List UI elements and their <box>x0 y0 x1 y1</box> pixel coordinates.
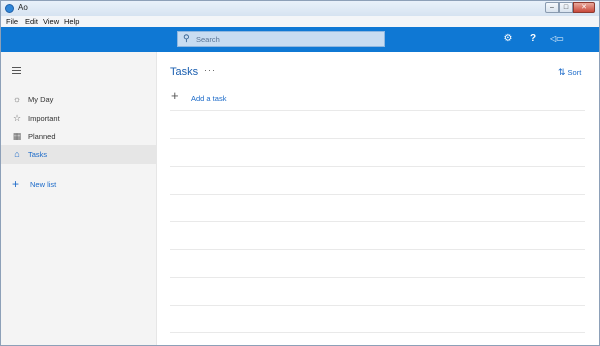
sidebar-item-label: Tasks <box>28 150 48 159</box>
plus-icon: + <box>12 177 20 191</box>
sidebar-item-important[interactable]: ☆ Important <box>1 109 157 128</box>
window-title: Ao <box>18 3 28 12</box>
search-input[interactable] <box>196 34 376 45</box>
search-box[interactable]: ⚲ <box>177 31 385 47</box>
app-logo-icon <box>5 4 14 13</box>
task-row-divider <box>170 249 585 250</box>
menu-file[interactable]: File <box>6 17 18 26</box>
sidebar-item-planned[interactable]: ▦ Planned <box>1 127 157 146</box>
task-row-divider <box>170 194 585 195</box>
new-list-button[interactable]: + New list <box>1 177 157 193</box>
home-icon: ⌂ <box>14 149 20 159</box>
task-row-divider <box>170 166 585 167</box>
task-list-panel: Tasks ··· ⇅ Sort + Add a task <box>158 52 599 345</box>
app-header: ⚲ ⚙ ? ◁▭ <box>1 27 599 52</box>
sidebar-item-label: Important <box>28 114 60 123</box>
task-row-divider <box>170 221 585 222</box>
search-icon: ⚲ <box>183 33 190 43</box>
more-options-icon[interactable]: ··· <box>204 65 216 75</box>
help-icon[interactable]: ? <box>526 33 540 45</box>
feedback-icon[interactable]: ◁▭ <box>550 33 564 45</box>
menu-edit[interactable]: Edit <box>25 17 38 26</box>
page-title: Tasks <box>170 66 199 78</box>
add-task-input[interactable]: + Add a task <box>171 88 571 105</box>
sidebar-item-label: My Day <box>28 95 54 104</box>
app-window: Ao – □ ✕ File Edit View Help ⚲ ⚙ ? ◁▭ ☼ … <box>0 0 600 346</box>
close-button[interactable]: ✕ <box>573 2 595 13</box>
sidebar-item-my-day[interactable]: ☼ My Day <box>1 90 157 109</box>
sidebar: ☼ My Day ☆ Important ▦ Planned ⌂ Tasks +… <box>1 52 157 345</box>
maximize-button[interactable]: □ <box>559 2 573 13</box>
task-row-divider <box>170 277 585 278</box>
minimize-button[interactable]: – <box>545 2 559 13</box>
task-row-divider <box>170 332 585 333</box>
sort-button[interactable]: ⇅ Sort <box>558 67 581 78</box>
calendar-icon: ▦ <box>12 131 22 141</box>
plus-icon: + <box>171 88 179 103</box>
title-bar: Ao – □ ✕ <box>1 1 599 16</box>
menu-toggle-icon[interactable] <box>12 67 21 74</box>
menu-help[interactable]: Help <box>64 17 79 26</box>
sidebar-item-label: Planned <box>28 132 56 141</box>
menu-view[interactable]: View <box>43 17 59 26</box>
sun-icon: ☼ <box>12 94 22 104</box>
task-row-divider <box>170 138 585 139</box>
settings-icon[interactable]: ⚙ <box>501 33 515 45</box>
new-list-label: New list <box>30 180 57 189</box>
task-row-divider <box>170 110 585 111</box>
task-row-divider <box>170 305 585 306</box>
add-task-label: Add a task <box>191 94 227 103</box>
sort-icon: ⇅ <box>558 67 566 77</box>
sort-label: Sort <box>567 68 582 77</box>
star-icon: ☆ <box>12 113 22 123</box>
sidebar-item-tasks[interactable]: ⌂ Tasks <box>1 145 157 164</box>
